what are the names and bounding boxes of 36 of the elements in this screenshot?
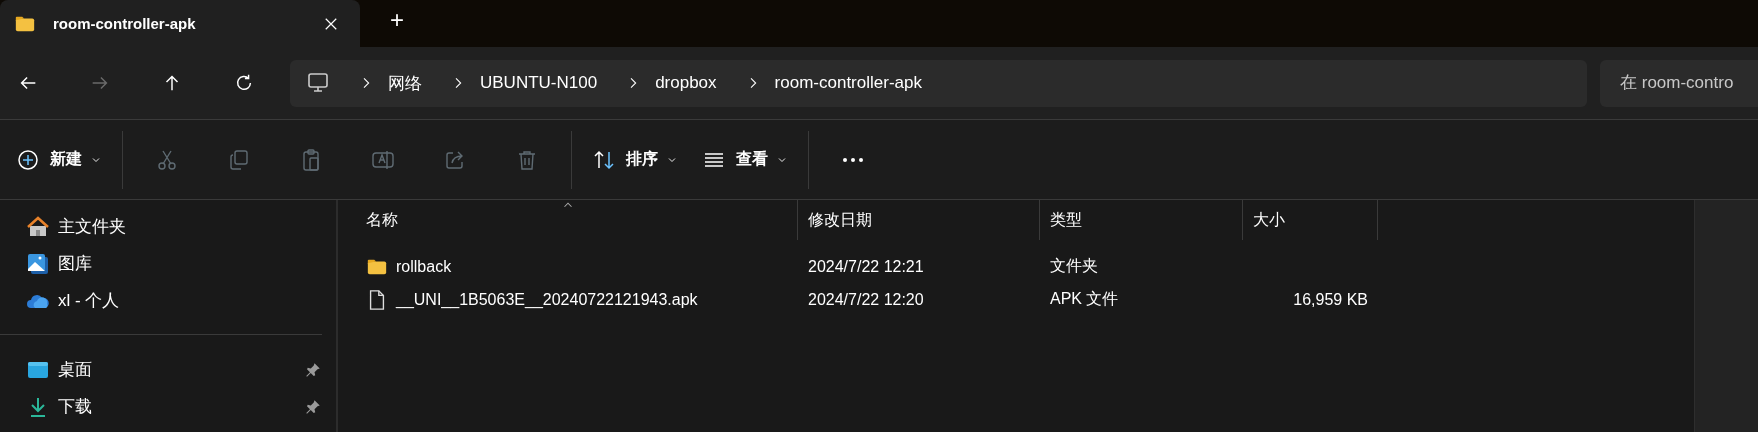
sidebar-item[interactable]: xl - 个人 (0, 282, 336, 319)
file-row[interactable]: __UNI__1B5063E__20240722121943.apk 2024/7/22 12:20 APK 文件 16,959 KB (338, 283, 1694, 316)
home-icon (26, 214, 50, 239)
tab-title: room-controller-apk (53, 15, 197, 32)
column-header[interactable]: 类型 (1040, 200, 1243, 240)
sort-button[interactable]: 排序 (584, 137, 686, 182)
file-name: rollback (396, 257, 452, 276)
breadcrumb[interactable]: UBUNTU-N100 (480, 73, 598, 93)
more-icon (842, 156, 864, 163)
breadcrumb[interactable]: dropbox (655, 73, 717, 93)
plus-circle-icon (16, 147, 40, 172)
new-button[interactable]: 新建 (8, 137, 110, 182)
file-size: 16,959 KB (1292, 290, 1368, 309)
breadcrumb[interactable]: 网络 (388, 71, 422, 95)
sidebar-item[interactable]: 桌面 (0, 351, 336, 388)
view-button[interactable]: 查看 (694, 137, 796, 182)
tab[interactable]: room-controller-apk (0, 0, 360, 47)
file-type: 文件夹 (1049, 256, 1099, 276)
breadcrumb[interactable]: room-controller-apk (774, 73, 922, 93)
address-bar[interactable]: 网络 UBUNTU-N100 dropbox room-controller-apk (290, 59, 1587, 107)
column-header[interactable]: 修改日期 (798, 200, 1040, 240)
sidebar-item[interactable]: 下载 (0, 388, 336, 425)
search-field[interactable]: 在 room-contro (1600, 59, 1758, 107)
monitor-icon (306, 71, 330, 95)
column-header[interactable]: 名称 (338, 200, 798, 240)
sidebar-item[interactable]: 主文件夹 (0, 208, 336, 245)
modified-date: 2024/7/22 12:20 (807, 290, 925, 309)
gallery-icon (26, 251, 50, 276)
sidebar-item[interactable]: 图库 (0, 245, 336, 282)
modified-date: 2024/7/22 12:21 (807, 257, 925, 276)
column-header[interactable]: 大小 (1243, 200, 1378, 240)
file-row[interactable]: rollback 2024/7/22 12:21 文件夹 (338, 250, 1694, 283)
new-tab-button[interactable]: + (382, 5, 412, 34)
file-type: APK 文件 (1049, 289, 1120, 309)
copy-icon (227, 147, 251, 172)
file-name: __UNI__1B5063E__20240722121943.apk (396, 290, 698, 309)
